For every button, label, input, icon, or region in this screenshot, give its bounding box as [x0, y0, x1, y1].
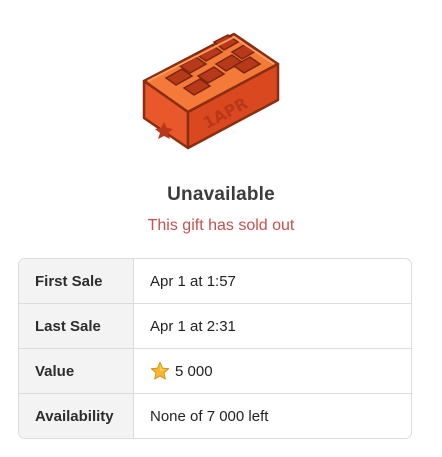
value-label: Value — [19, 349, 134, 393]
availability-label: Availability — [19, 394, 134, 438]
table-row-value: Value 5 000 — [19, 349, 411, 394]
table-row-availability: Availability None of 7 000 left — [19, 394, 411, 438]
value-cell: 5 000 — [134, 349, 411, 393]
last-sale-value: Apr 1 at 2:31 — [134, 304, 411, 348]
last-sale-label: Last Sale — [19, 304, 134, 348]
star-icon — [150, 361, 170, 380]
gift-info-table: First Sale Apr 1 at 1:57 Last Sale Apr 1… — [18, 258, 412, 439]
availability-value: None of 7 000 left — [134, 394, 411, 438]
gift-details-page: 1APR Unavailable This gift has sold out … — [0, 0, 442, 457]
value-amount: 5 000 — [175, 362, 213, 380]
brick-icon: 1APR — [142, 32, 280, 150]
first-sale-value: Apr 1 at 1:57 — [134, 259, 411, 303]
status-title: Unavailable — [167, 184, 275, 205]
table-row-last-sale: Last Sale Apr 1 at 2:31 — [19, 304, 411, 349]
first-sale-label: First Sale — [19, 259, 134, 303]
status-subtitle: This gift has sold out — [147, 217, 295, 234]
table-row-first-sale: First Sale Apr 1 at 1:57 — [19, 259, 411, 304]
